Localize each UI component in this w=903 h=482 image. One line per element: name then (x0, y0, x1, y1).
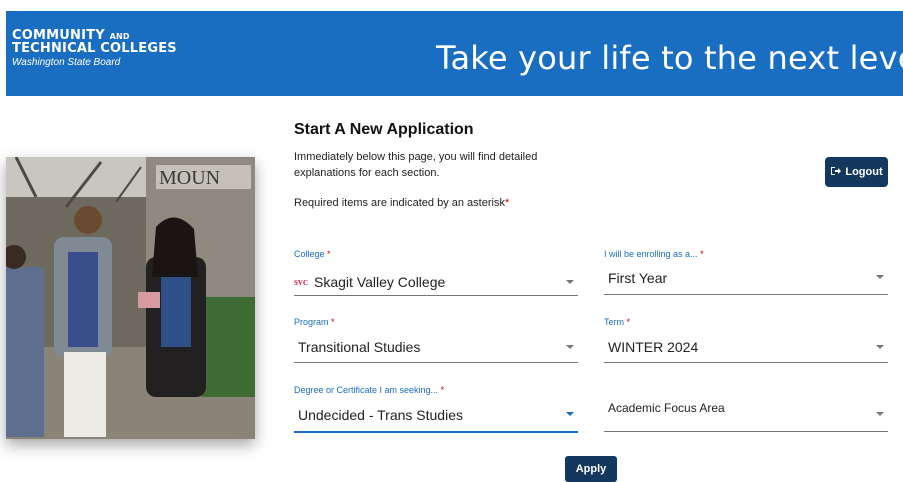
degree-required: * (440, 385, 445, 395)
chevron-down-icon (876, 345, 884, 349)
required-asterisk: * (504, 197, 510, 209)
header-banner: COMMUNITY AND TECHNICAL COLLEGES Washing… (6, 11, 903, 96)
college-value: Skagit Valley College (314, 274, 446, 290)
enrolling-label: I will be enrolling as a... (604, 249, 698, 259)
logo-line1-small: AND (109, 32, 130, 41)
tagline: Take your life to the next level! (436, 39, 903, 77)
degree-label: Degree or Certificate I am seeking... (294, 385, 439, 395)
college-select[interactable]: SVC Skagit Valley College (294, 263, 578, 296)
logout-label: Logout (845, 166, 883, 178)
program-label: Program (294, 317, 329, 327)
chevron-down-icon (876, 412, 884, 416)
required-note-text: Required items are indicated by an aster… (294, 197, 505, 209)
chevron-down-icon (566, 345, 574, 349)
chevron-down-icon (876, 275, 884, 279)
apply-button[interactable]: Apply (565, 456, 617, 482)
degree-field: Degree or Certificate I am seeking... * … (294, 385, 578, 435)
logout-button[interactable]: Logout (825, 157, 888, 187)
degree-value: Undecided - Trans Studies (298, 407, 463, 423)
students-photo: MOUN (6, 157, 255, 439)
logo-line3: Washington State Board (12, 57, 121, 68)
program-select[interactable]: Transitional Studies (294, 331, 578, 363)
focus-field: Academic Focus Area (604, 385, 888, 433)
svc-logo-icon: SVC (294, 279, 309, 287)
chevron-down-icon (566, 412, 574, 416)
chevron-down-icon (566, 280, 574, 284)
enrolling-field: I will be enrolling as a... * First Year (604, 249, 888, 297)
enrolling-required: * (700, 249, 704, 259)
focus-select[interactable]: Academic Focus Area (604, 385, 888, 432)
degree-select[interactable]: Undecided - Trans Studies (294, 399, 578, 433)
college-label: College (294, 249, 325, 259)
term-value: WINTER 2024 (608, 339, 699, 355)
college-board-logo[interactable]: COMMUNITY AND TECHNICAL COLLEGES Washing… (12, 29, 177, 69)
program-required: * (331, 317, 335, 327)
college-required: * (327, 249, 331, 259)
enrolling-select[interactable]: First Year (604, 263, 888, 295)
required-note: Required items are indicated by an aster… (294, 197, 509, 209)
program-value: Transitional Studies (298, 339, 421, 355)
logo-line2: TECHNICAL COLLEGES (12, 41, 177, 56)
program-field: Program * Transitional Studies (294, 317, 578, 365)
college-field: College * SVC Skagit Valley College (294, 249, 578, 297)
enrolling-value: First Year (608, 270, 668, 286)
term-required: * (626, 317, 631, 327)
focus-placeholder: Academic Focus Area (608, 401, 725, 415)
term-label: Term (604, 317, 624, 327)
intro-text: Immediately below this page, you will fi… (294, 151, 538, 179)
building-sign-text: MOUN (159, 167, 220, 189)
term-select[interactable]: WINTER 2024 (604, 331, 888, 363)
logout-arrow-icon (830, 166, 842, 179)
term-field: Term * WINTER 2024 (604, 317, 888, 365)
form-title: Start A New Application (294, 121, 474, 138)
